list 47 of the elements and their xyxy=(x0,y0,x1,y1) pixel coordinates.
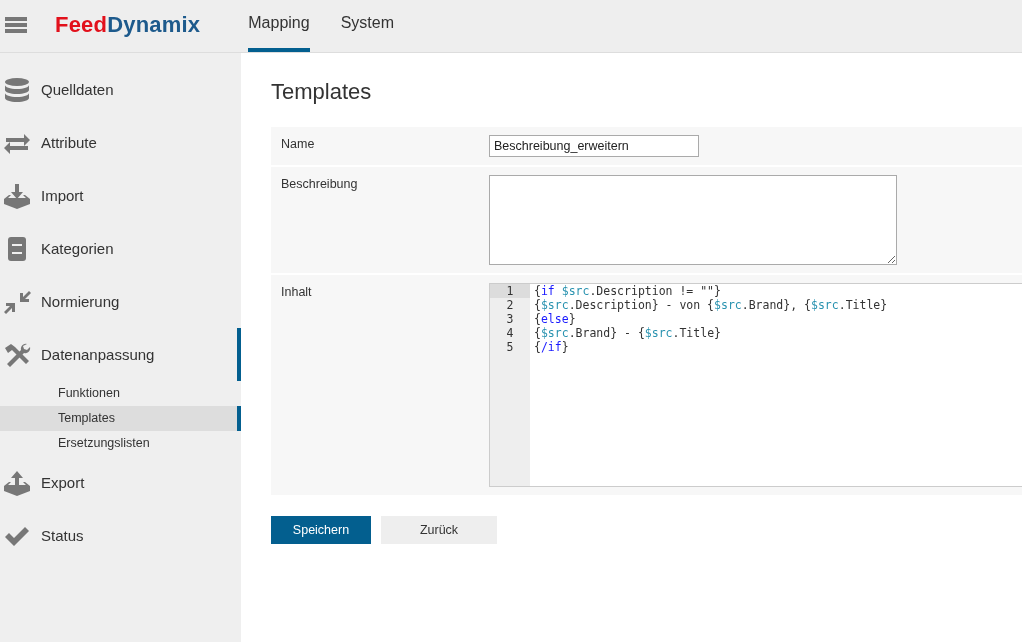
code-line: {$src.Brand} - {$src.Title} xyxy=(534,326,722,340)
sidebar-label: Attribute xyxy=(41,134,97,151)
sidebar-subitem[interactable]: Ersetzungslisten xyxy=(0,431,241,456)
database-icon xyxy=(3,76,31,103)
code-line: {$src.Description} - von {$src.Brand}, {$src.Title} xyxy=(534,298,888,312)
description-field[interactable] xyxy=(489,175,897,265)
nav-tab[interactable]: System xyxy=(340,0,394,52)
sidebar-item[interactable]: Export xyxy=(0,456,241,509)
nav-tab[interactable]: Mapping xyxy=(248,0,310,52)
sidebar-item[interactable]: Datenanpassung xyxy=(0,328,241,381)
sidebar-label: Quelldaten xyxy=(41,81,114,98)
code-line: {else} xyxy=(534,312,577,326)
field-label: Name xyxy=(281,136,316,153)
sidebar-subitem[interactable]: Templates xyxy=(0,406,241,431)
line-number: 1 xyxy=(490,284,530,298)
sidebar-label: Status xyxy=(41,527,84,544)
sidebar-subitem[interactable]: Funktionen xyxy=(0,381,241,406)
sidebar-item[interactable]: Quelldaten xyxy=(0,63,241,116)
upload-icon xyxy=(3,469,31,496)
sidebar-item[interactable]: Attribute xyxy=(0,116,241,169)
sidebar-item[interactable]: Status xyxy=(0,509,241,562)
field-label: Beschreibung xyxy=(281,176,359,193)
line-number: 2 xyxy=(505,298,515,312)
sidebar-label: Import xyxy=(41,187,84,204)
sidebar-label: Datenanpassung xyxy=(41,346,155,363)
download-icon xyxy=(3,182,31,209)
code-line: {/if} xyxy=(534,340,570,354)
line-number: 4 xyxy=(505,326,515,340)
line-number: 5 xyxy=(505,340,515,354)
code-editor[interactable]: 1 2 3 4 5 {if $src.Description != ""} {$src.Description} - von {$src.Brand}, {$src.Title} {else} {$src.Brand} - {$src.Title} {/if} xyxy=(489,283,1022,487)
save-button[interactable]: Speichern xyxy=(271,516,371,544)
tools-icon xyxy=(3,341,31,368)
field-label: Inhalt xyxy=(281,284,313,301)
sidebar-label: Normierung xyxy=(41,293,120,310)
sidebar-item[interactable]: Kategorien xyxy=(0,222,241,275)
line-number: 3 xyxy=(505,312,515,326)
sidebar-item[interactable]: Normierung xyxy=(0,275,241,328)
menu-icon[interactable] xyxy=(5,17,27,33)
compress-icon xyxy=(3,288,31,315)
code-line: {if $src.Description != ""} xyxy=(534,284,722,298)
logo: FeedDynamix xyxy=(55,12,201,38)
sidebar-item[interactable]: Import xyxy=(0,169,241,222)
name-field[interactable]: Beschreibung_erweitern xyxy=(489,135,699,157)
sidebar-label: Kategorien xyxy=(41,240,114,257)
back-button[interactable]: Zurück xyxy=(381,516,497,544)
sidebar-label: Export xyxy=(41,474,85,491)
page-title: Templates xyxy=(271,79,373,105)
